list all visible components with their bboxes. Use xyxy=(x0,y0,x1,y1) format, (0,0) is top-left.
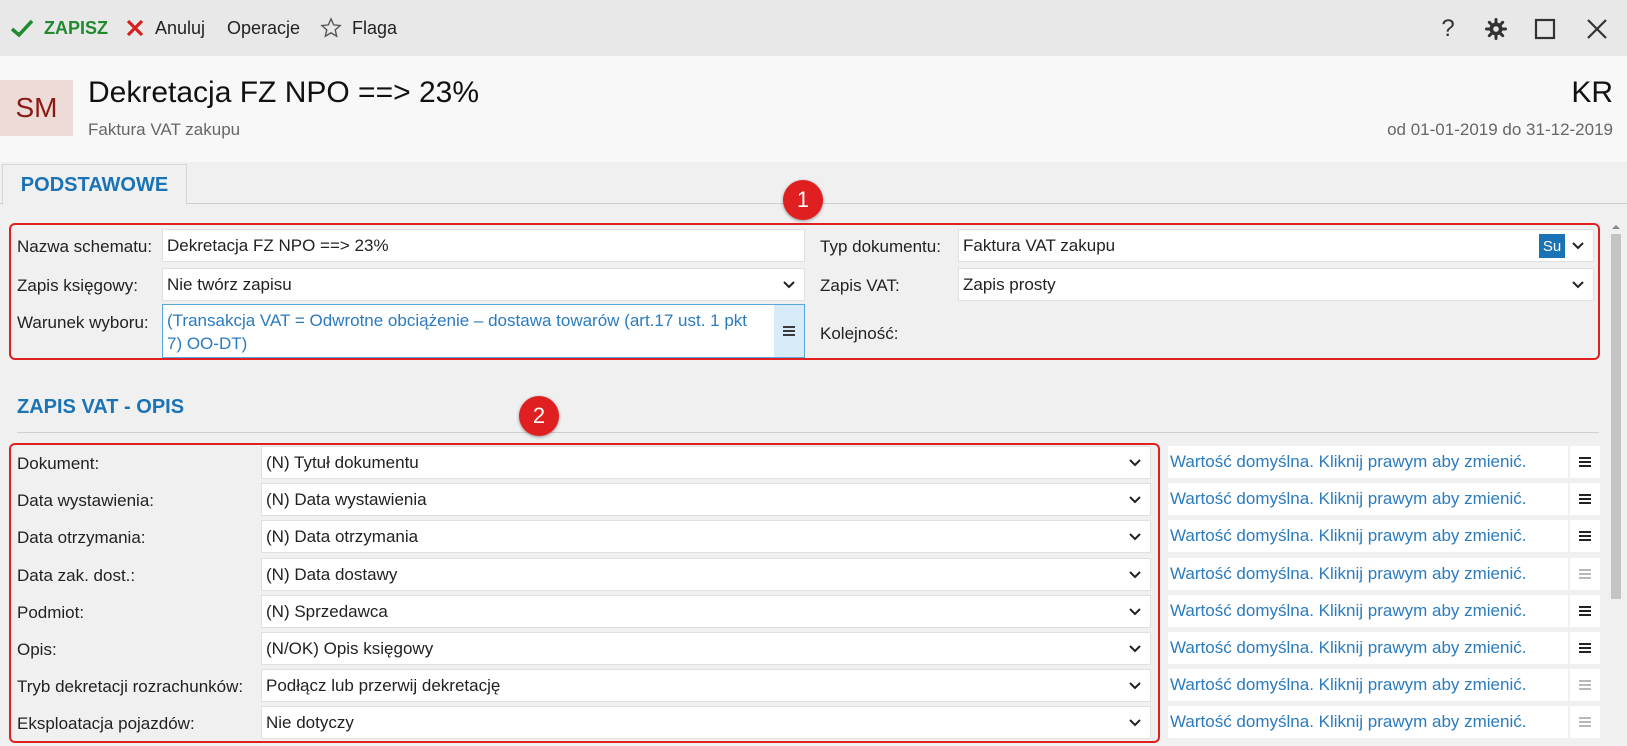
default-value-link[interactable]: Wartość domyślna. Kliknij prawym aby zmi… xyxy=(1168,558,1568,590)
annotation-box-1 xyxy=(9,223,1600,360)
default-value-link[interactable]: Wartość domyślna. Kliknij prawym aby zmi… xyxy=(1168,483,1568,515)
default-value-link[interactable]: Wartość domyślna. Kliknij prawym aby zmi… xyxy=(1168,669,1568,701)
cancel-label: Anuluj xyxy=(155,17,206,38)
annotation-box-2 xyxy=(9,443,1160,743)
row-menu-button[interactable] xyxy=(1570,558,1600,590)
default-value-link[interactable]: Wartość domyślna. Kliknij prawym aby zmi… xyxy=(1168,706,1568,738)
toolbar: ZAPISZ Anuluj Operacje Flaga ? xyxy=(0,0,1627,56)
default-value-link[interactable]: Wartość domyślna. Kliknij prawym aby zmi… xyxy=(1168,446,1568,478)
annotation-badge-2: 2 xyxy=(519,396,559,436)
record-header: SM Dekretacja FZ NPO ==> 23% Faktura VAT… xyxy=(0,56,1627,162)
save-label: ZAPISZ xyxy=(44,17,109,38)
menu-icon xyxy=(1579,678,1591,692)
save-button[interactable]: ZAPISZ xyxy=(10,16,108,40)
x-icon xyxy=(126,19,144,37)
operations-button[interactable]: Operacje xyxy=(227,16,300,40)
menu-icon xyxy=(1579,604,1591,618)
help-icon: ? xyxy=(1441,15,1455,42)
default-value-link[interactable]: Wartość domyślna. Kliknij prawym aby zmi… xyxy=(1168,632,1568,664)
page-subtitle: Faktura VAT zakupu xyxy=(88,120,241,139)
scroll-thumb[interactable] xyxy=(1611,234,1621,599)
gear-icon xyxy=(1485,18,1507,40)
row-menu-button[interactable] xyxy=(1570,706,1600,738)
close-icon xyxy=(1587,19,1607,39)
flag-label: Flaga xyxy=(352,17,398,38)
tab-podstawowe[interactable]: PODSTAWOWE xyxy=(2,164,187,205)
row-menu-button[interactable] xyxy=(1570,446,1600,478)
row-menu-button[interactable] xyxy=(1570,483,1600,515)
section-divider xyxy=(17,432,1599,433)
settings-button[interactable] xyxy=(1481,14,1511,44)
default-value-link[interactable]: Wartość domyślna. Kliknij prawym aby zmi… xyxy=(1168,595,1568,627)
default-value-link[interactable]: Wartość domyślna. Kliknij prawym aby zmi… xyxy=(1168,520,1568,552)
avatar: SM xyxy=(0,80,73,136)
help-button[interactable]: ? xyxy=(1433,14,1463,44)
menu-icon xyxy=(1579,567,1591,581)
operations-label: Operacje xyxy=(227,17,301,38)
vertical-scrollbar[interactable] xyxy=(1608,222,1624,746)
row-menu-button[interactable] xyxy=(1570,632,1600,664)
annotation-badge-1: 1 xyxy=(783,180,823,220)
menu-icon xyxy=(1579,641,1591,655)
section-title: ZAPIS VAT - OPIS xyxy=(17,396,185,418)
scroll-up-icon[interactable] xyxy=(1611,222,1621,232)
flag-button[interactable]: Flaga xyxy=(320,16,397,40)
maximize-icon xyxy=(1534,18,1556,40)
menu-icon xyxy=(1579,529,1591,543)
check-icon xyxy=(10,19,34,38)
cancel-button[interactable]: Anuluj xyxy=(125,16,205,40)
menu-icon xyxy=(1579,492,1591,506)
page-title: Dekretacja FZ NPO ==> 23% xyxy=(88,76,479,109)
row-menu-button[interactable] xyxy=(1570,669,1600,701)
menu-icon xyxy=(1579,715,1591,729)
row-menu-button[interactable] xyxy=(1570,520,1600,552)
row-menu-button[interactable] xyxy=(1570,595,1600,627)
menu-icon xyxy=(1579,455,1591,469)
close-button[interactable] xyxy=(1582,14,1612,44)
maximize-button[interactable] xyxy=(1530,14,1560,44)
date-range: od 01-01-2019 do 31-12-2019 xyxy=(1387,120,1613,139)
star-icon xyxy=(320,17,342,38)
record-code: KR xyxy=(1571,76,1613,109)
